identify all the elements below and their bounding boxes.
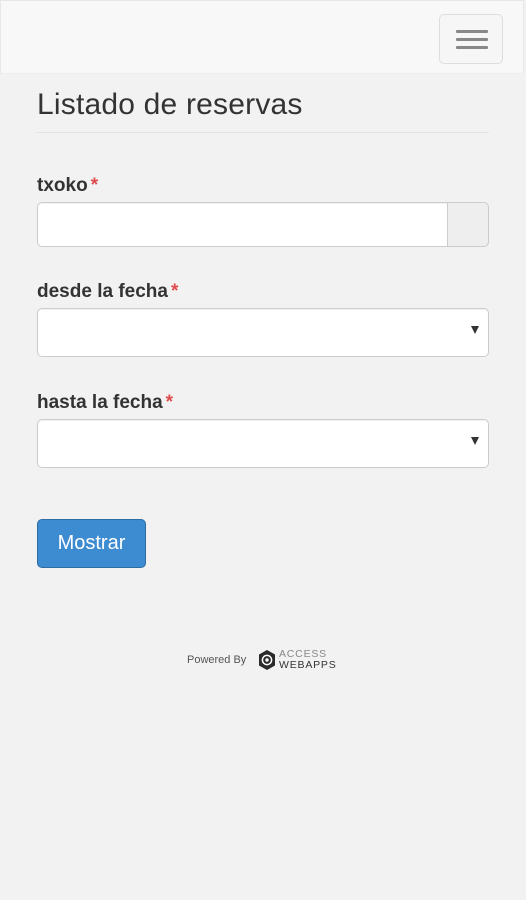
txoko-lookup-button[interactable] [447,202,489,247]
brand-name-line2: WEBAPPS [279,659,337,671]
mostrar-button[interactable]: Mostrar [37,519,146,568]
required-marker: * [170,281,179,302]
hasta-label-text: hasta la fecha [37,392,163,413]
desde-date-select[interactable] [37,308,489,357]
powered-by-text: Powered By [187,654,247,666]
caret-down-icon [471,326,479,334]
desde-label: desde la fecha * [37,281,178,303]
txoko-input[interactable] [37,202,447,247]
access-webapps-logo-icon [259,650,275,670]
hamburger-menu-icon [456,30,488,33]
required-marker: * [90,175,99,196]
txoko-label-text: txoko [37,175,88,196]
top-navbar [0,0,524,74]
page-title: Listado de reservas [37,88,303,121]
hamburger-menu-icon-bar [456,46,488,49]
menu-toggle-button[interactable] [439,14,503,64]
brand-name: ACCESS WEBAPPS [279,649,337,671]
caret-down-icon [471,437,479,445]
desde-label-text: desde la fecha [37,281,168,302]
txoko-label: txoko * [37,175,98,197]
txoko-input-group [37,202,489,247]
title-divider [37,132,489,133]
required-marker: * [165,392,174,413]
hasta-label: hasta la fecha * [37,392,173,414]
hamburger-menu-icon-bar [456,38,488,41]
hasta-date-select[interactable] [37,419,489,468]
